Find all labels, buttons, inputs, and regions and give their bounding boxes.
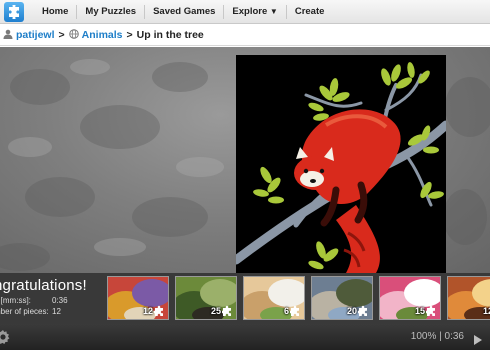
results-panel: ngratulations! e [mm:ss]: 0:36 mber of p… — [0, 277, 87, 316]
time-value: 0:36 — [52, 296, 68, 305]
top-nav: Home My Puzzles Saved Games Explore ▼ Cr… — [0, 0, 490, 24]
puzzle-thumbnail[interactable]: 12 — [107, 276, 169, 320]
pieces-label: mber of pieces: — [0, 307, 49, 316]
chevron-down-icon: ▼ — [269, 6, 278, 16]
piece-count: 15 — [414, 306, 425, 316]
progress-status: 100% | 0:36 — [410, 331, 464, 342]
piece-count: 20 — [346, 306, 357, 316]
puzzle-title: Up in the tree — [136, 29, 204, 41]
piece-count: 12 — [142, 306, 153, 316]
nav-explore[interactable]: Explore ▼ — [223, 4, 285, 19]
piece-count: 6 — [283, 306, 289, 316]
congratulations-heading: ngratulations! — [0, 277, 87, 294]
red-panda-illustration — [236, 62, 446, 273]
puzzle-logo-icon[interactable] — [4, 1, 24, 22]
puzzle-thumbnail[interactable]: 6 — [243, 276, 305, 320]
puzzle-piece-icon — [290, 305, 299, 316]
piece-badge: 25 — [211, 305, 234, 317]
puzzle-piece-icon — [222, 305, 231, 316]
pieces-row: mber of pieces: 12 — [0, 307, 87, 316]
puzzle-piece-icon — [154, 305, 163, 316]
piece-count: 12 — [482, 306, 490, 316]
play-icon[interactable] — [473, 332, 482, 350]
breadcrumb-category-link[interactable]: Animals — [82, 29, 123, 41]
nav-create[interactable]: Create — [285, 4, 333, 19]
piece-badge: 15 — [415, 305, 438, 317]
nav-explore-label: Explore — [232, 5, 268, 17]
results-strip: ngratulations! e [mm:ss]: 0:36 mber of p… — [0, 273, 490, 324]
gear-icon[interactable] — [0, 329, 11, 350]
breadcrumb: patijewl > Animals > Up in the tree — [0, 25, 490, 46]
puzzle-piece-icon — [426, 305, 435, 316]
nav-saved-games[interactable]: Saved Games — [144, 4, 223, 19]
puzzle-thumbnail[interactable]: 15 — [379, 276, 441, 320]
puzzle-thumbnail[interactable]: 25 — [175, 276, 237, 320]
nav-my-puzzles[interactable]: My Puzzles — [76, 4, 144, 19]
time-label: e [mm:ss]: — [0, 296, 31, 305]
puzzle-thumbnail[interactable]: 20 — [311, 276, 373, 320]
puzzle-thumbnail[interactable]: 12 — [447, 276, 490, 320]
piece-badge: 12 — [483, 305, 490, 317]
suggested-puzzles: 12 25 6 20 15 1 — [107, 276, 490, 320]
pieces-value: 12 — [52, 307, 61, 316]
bottom-toolbar: 100% | 0:36 — [0, 324, 490, 350]
breadcrumb-separator: > — [126, 29, 133, 41]
puzzle-stage — [0, 47, 490, 273]
nav-home[interactable]: Home — [34, 5, 76, 19]
piece-count: 25 — [210, 306, 221, 316]
time-row: e [mm:ss]: 0:36 — [0, 296, 87, 305]
globe-icon — [68, 28, 79, 42]
piece-badge: 20 — [347, 305, 370, 317]
puzzle-piece-icon — [358, 305, 367, 316]
puzzle-image[interactable] — [236, 55, 446, 273]
piece-badge: 12 — [143, 305, 166, 317]
breadcrumb-user-link[interactable]: patijewl — [16, 29, 55, 41]
user-icon — [3, 29, 13, 42]
breadcrumb-separator: > — [58, 29, 65, 41]
piece-badge: 6 — [284, 305, 302, 317]
